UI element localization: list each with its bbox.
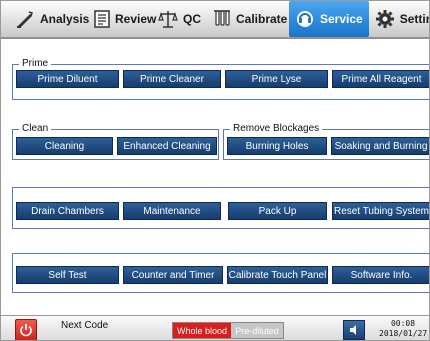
software-info-button[interactable]: Software Info. — [332, 266, 429, 284]
prime-lyse-button[interactable]: Prime Lyse — [225, 70, 328, 88]
power-icon — [20, 324, 32, 337]
pack-up-button[interactable]: Pack Up — [228, 202, 327, 220]
clock-time: 00:08 — [390, 319, 416, 328]
service-icon — [295, 9, 315, 29]
tab-review[interactable]: Review — [88, 1, 156, 37]
tab-label: QC — [183, 12, 201, 26]
qc-icon — [158, 9, 178, 29]
maintenance-button[interactable]: Maintenance — [123, 202, 221, 220]
reset-tubing-system-button[interactable]: Reset Tubing System — [332, 202, 429, 220]
settings-icon — [375, 9, 395, 29]
tab-label: Analysis — [40, 12, 90, 26]
enhanced-cleaning-button[interactable]: Enhanced Cleaning — [117, 137, 217, 155]
tab-label: Review — [115, 12, 157, 26]
cleaning-button[interactable]: Cleaning — [16, 137, 113, 155]
counter-and-timer-button[interactable]: Counter and Timer — [123, 266, 223, 284]
clean-legend: Clean — [19, 123, 52, 135]
review-icon — [94, 9, 110, 29]
prediluted-option[interactable]: Pre-diluted — [231, 323, 283, 338]
top-navigation: Analysis Review QC Calibrate Service Set… — [1, 1, 429, 39]
next-code-label: Next Code — [61, 320, 109, 331]
tab-calibrate[interactable]: Calibrate — [207, 1, 289, 37]
prime-cleaner-button[interactable]: Prime Cleaner — [123, 70, 221, 88]
calibrate-icon — [213, 9, 231, 29]
bottom-status-bar: Next Code Whole blood Pre-diluted 00:08 … — [1, 315, 429, 340]
blood-mode-toggle[interactable]: Whole blood Pre-diluted — [172, 322, 284, 339]
whole-blood-option[interactable]: Whole blood — [173, 323, 231, 338]
tab-label: Settings — [399, 12, 429, 26]
tab-analysis[interactable]: Analysis — [1, 1, 90, 37]
calibrate-touch-panel-button[interactable]: Calibrate Touch Panel — [227, 266, 328, 284]
self-test-button[interactable]: Self Test — [16, 266, 119, 284]
power-button[interactable] — [15, 319, 37, 340]
burning-holes-button[interactable]: Burning Holes — [227, 137, 327, 155]
tab-settings[interactable]: Settings — [369, 1, 429, 37]
volume-button[interactable] — [343, 320, 365, 340]
analysis-icon — [15, 9, 35, 29]
speaker-icon — [350, 325, 356, 335]
tab-label: Service — [320, 12, 363, 26]
tab-service[interactable]: Service — [289, 1, 369, 37]
drain-chambers-button[interactable]: Drain Chambers — [16, 202, 119, 220]
service-screen: Analysis Review QC Calibrate Service Set… — [0, 0, 430, 341]
soaking-and-burning-button[interactable]: Soaking and Burning — [331, 137, 429, 155]
prime-legend: Prime — [19, 58, 52, 70]
prime-all-reagent-button[interactable]: Prime All Reagent — [332, 70, 429, 88]
clock-date: 2018/01/27 — [379, 329, 428, 338]
remove-blockages-legend: Remove Blockages — [230, 123, 323, 135]
tab-label: Calibrate — [236, 12, 288, 26]
tab-qc[interactable]: QC — [152, 1, 207, 37]
clock: 00:08 2018/01/27 — [379, 319, 427, 339]
prime-diluent-button[interactable]: Prime Diluent — [16, 70, 119, 88]
